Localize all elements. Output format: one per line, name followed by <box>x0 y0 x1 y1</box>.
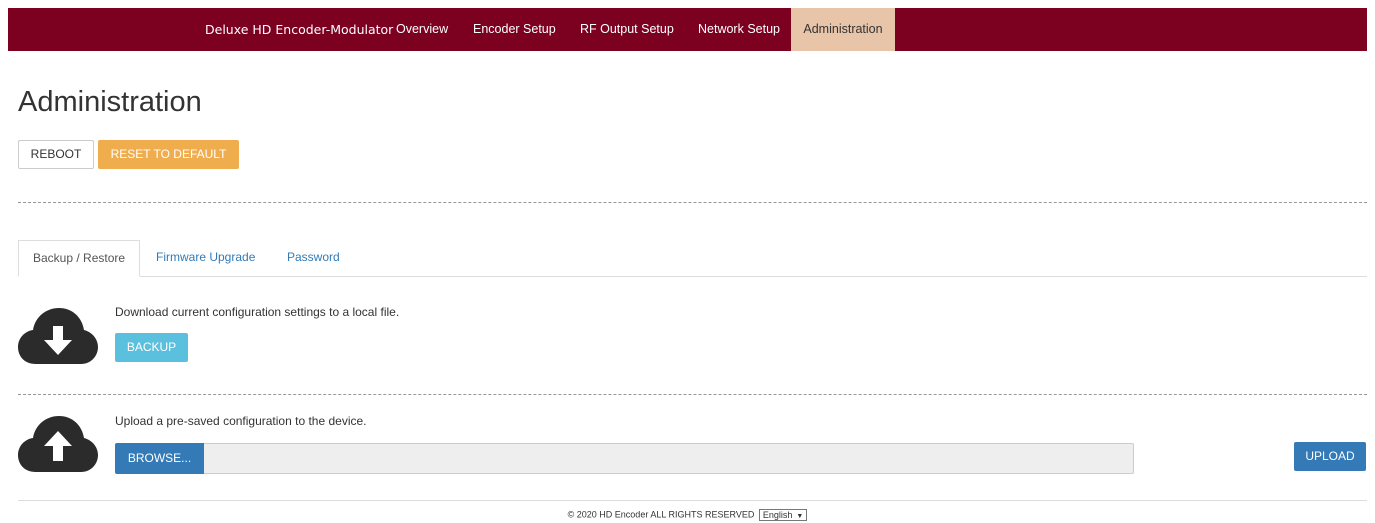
page-title: Administration <box>18 86 202 118</box>
file-path-field[interactable] <box>204 443 1134 474</box>
footer-divider <box>18 500 1367 501</box>
upload-button[interactable]: UPLOAD <box>1294 442 1366 471</box>
restore-description: Upload a pre-saved configuration to the … <box>115 414 367 428</box>
nav-item-encoder-setup[interactable]: Encoder Setup <box>473 8 556 51</box>
backup-description: Download current configuration settings … <box>115 305 400 319</box>
section-divider <box>18 394 1367 395</box>
nav-item-administration[interactable]: Administration <box>791 8 895 51</box>
reset-to-default-button[interactable]: RESET TO DEFAULT <box>98 140 239 169</box>
section-divider <box>18 202 1367 203</box>
language-select-value: English <box>762 510 793 520</box>
chevron-down-icon: ▼ <box>796 513 804 520</box>
copyright-text: © 2020 HD Encoder ALL RIGHTS RESERVED <box>567 509 755 520</box>
nav-item-rf-output-setup[interactable]: RF Output Setup <box>580 8 674 51</box>
cloud-upload-icon <box>18 416 98 472</box>
nav-brand[interactable]: Deluxe HD Encoder-Modulator <box>205 8 393 51</box>
reboot-button[interactable]: REBOOT <box>18 140 94 169</box>
tab-firmware-upgrade[interactable]: Firmware Upgrade <box>156 240 255 276</box>
cloud-download-icon <box>18 308 98 364</box>
language-select[interactable]: English ▼ <box>758 509 808 521</box>
nav-item-overview[interactable]: Overview <box>396 8 448 51</box>
top-navbar: Deluxe HD Encoder-Modulator Overview Enc… <box>8 8 1367 51</box>
backup-button[interactable]: BACKUP <box>115 333 188 362</box>
tab-backup-restore[interactable]: Backup / Restore <box>18 240 141 277</box>
footer: © 2020 HD Encoder ALL RIGHTS RESERVED En… <box>0 509 1375 521</box>
tab-password[interactable]: Password <box>287 240 340 276</box>
admin-tabs: Backup / Restore Firmware Upgrade Passwo… <box>18 240 1367 277</box>
nav-item-network-setup[interactable]: Network Setup <box>698 8 780 51</box>
browse-button[interactable]: BROWSE... <box>115 443 204 474</box>
